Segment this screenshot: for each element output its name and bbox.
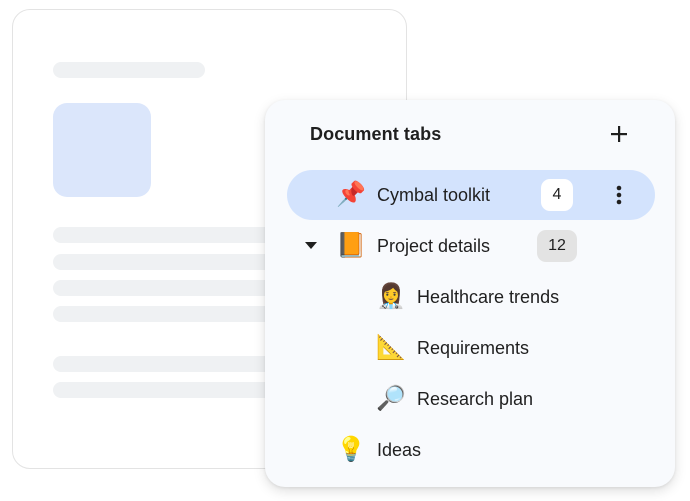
panel-title: Document tabs <box>310 124 442 144</box>
collapse-toggle[interactable] <box>303 238 319 254</box>
tab-count-badge: 12 <box>537 230 577 262</box>
stage: Document tabs 📌 Cymbal toolkit 4 📙 Proje… <box>0 0 690 501</box>
health-worker-icon: 👩‍⚕️ <box>376 283 406 310</box>
tab-count-badge: 4 <box>541 179 573 211</box>
tab-research-plan[interactable]: 🔎 Research plan <box>287 374 655 424</box>
tab-cymbal-toolkit[interactable]: 📌 Cymbal toolkit 4 <box>287 170 655 220</box>
document-text-line <box>53 254 283 270</box>
tab-label: Ideas <box>377 440 422 460</box>
more-vert-icon <box>616 185 622 205</box>
tab-label: Research plan <box>417 389 534 409</box>
document-image-placeholder <box>53 103 151 197</box>
tab-healthcare-trends[interactable]: 👩‍⚕️ Healthcare trends <box>287 272 655 322</box>
magnifying-glass-icon: 🔎 <box>376 385 406 412</box>
triangular-ruler-icon: 📐 <box>376 334 406 361</box>
tab-ideas[interactable]: 💡 Ideas <box>287 425 655 475</box>
tab-label: Healthcare trends <box>417 287 560 307</box>
tab-label: Requirements <box>417 338 530 358</box>
add-tab-button[interactable] <box>605 120 633 148</box>
tab-requirements[interactable]: 📐 Requirements <box>287 323 655 373</box>
plus-icon <box>611 126 627 142</box>
document-text-line <box>53 306 283 322</box>
light-bulb-icon: 💡 <box>336 436 366 463</box>
tab-project-details[interactable]: 📙 Project details 12 <box>287 221 655 271</box>
document-text-line <box>53 382 283 398</box>
tab-label: Cymbal toolkit <box>377 185 491 205</box>
document-text-line <box>53 227 283 243</box>
tab-more-options-button[interactable] <box>605 181 633 209</box>
tab-label: Project details <box>377 236 491 256</box>
caret-down-icon <box>305 242 317 249</box>
pushpin-icon: 📌 <box>336 181 366 208</box>
document-title-placeholder <box>53 62 205 78</box>
document-text-line <box>53 280 283 296</box>
document-text-line <box>53 356 283 372</box>
orange-book-icon: 📙 <box>336 232 366 259</box>
document-tabs-panel: Document tabs 📌 Cymbal toolkit 4 📙 Proje… <box>265 100 675 487</box>
